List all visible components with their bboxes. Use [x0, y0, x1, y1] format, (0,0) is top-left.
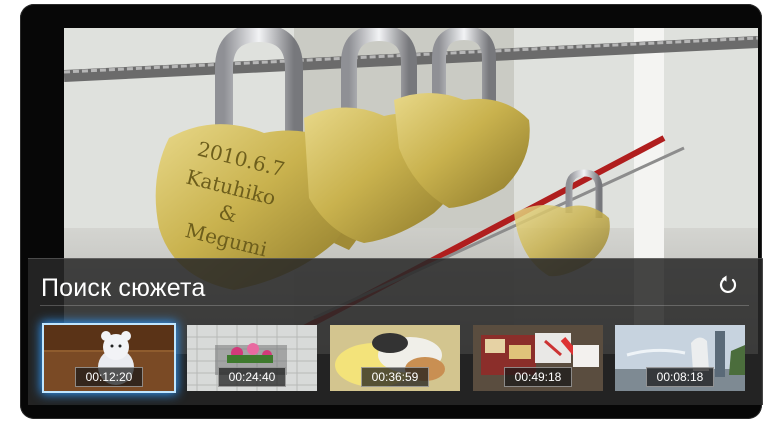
thumbnail-strip: 00:12:20 00:24:40 00:36:59 00:49:18 00:0…	[44, 325, 758, 395]
scene-thumbnail-5[interactable]: 00:08:18	[615, 325, 745, 391]
scene-thumbnail-1[interactable]: 00:12:20	[44, 325, 174, 391]
refresh-icon[interactable]	[717, 274, 739, 296]
thumbnail-time: 00:49:18	[504, 367, 572, 387]
thumbnail-time: 00:12:20	[75, 367, 143, 387]
thumbnail-time: 00:36:59	[361, 367, 429, 387]
scene-thumbnail-4[interactable]: 00:49:18	[473, 325, 603, 391]
thumbnail-time: 00:24:40	[218, 367, 286, 387]
panel-title: Поиск сюжета	[41, 274, 206, 302]
scene-search-panel: Поиск сюжета 00:12:20 00:24:40 00:36:59 …	[28, 258, 763, 405]
scene-thumbnail-2[interactable]: 00:24:40	[187, 325, 317, 391]
thumbnail-time: 00:08:18	[646, 367, 714, 387]
scene-thumbnail-3[interactable]: 00:36:59	[330, 325, 460, 391]
panel-divider	[40, 305, 749, 306]
